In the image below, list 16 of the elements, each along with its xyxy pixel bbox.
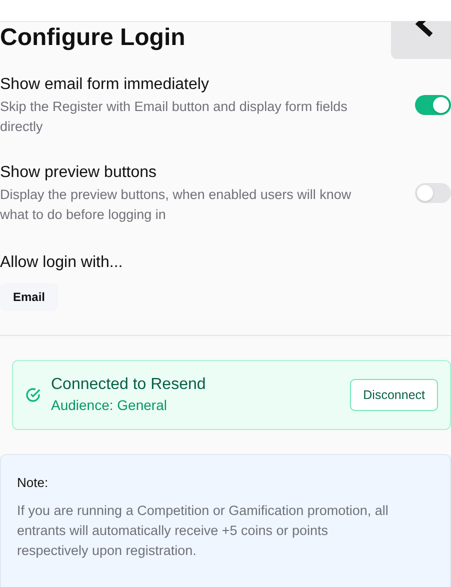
toggle-switch[interactable] [415,95,451,115]
page-title: Configure Login [0,24,186,53]
check-circle-icon [25,387,41,403]
setting-description: Skip the Register with Email button and display form fields directly [0,98,348,136]
note-heading: Note: [17,474,50,492]
back-button[interactable] [391,21,451,59]
setting-label: Show preview buttons [0,163,158,183]
connection-subtitle: Audience: General [51,396,168,415]
toggle-switch[interactable] [415,183,451,203]
connection-title: Connected to Resend [51,375,207,395]
disconnect-button[interactable]: Disconnect [350,379,438,411]
setting-description: Display the preview buttons, when enabled users will know what to do before logging in [0,186,352,224]
section-heading: Allow login with... [0,253,124,273]
note-text: If you are running a Competition or Gamification promotion, all entrants will automatically receive +5 coins or points respectively upon registration. [17,502,390,560]
login-option-chip: Email [0,283,58,311]
setting-label: Show email form immediately [0,75,210,95]
